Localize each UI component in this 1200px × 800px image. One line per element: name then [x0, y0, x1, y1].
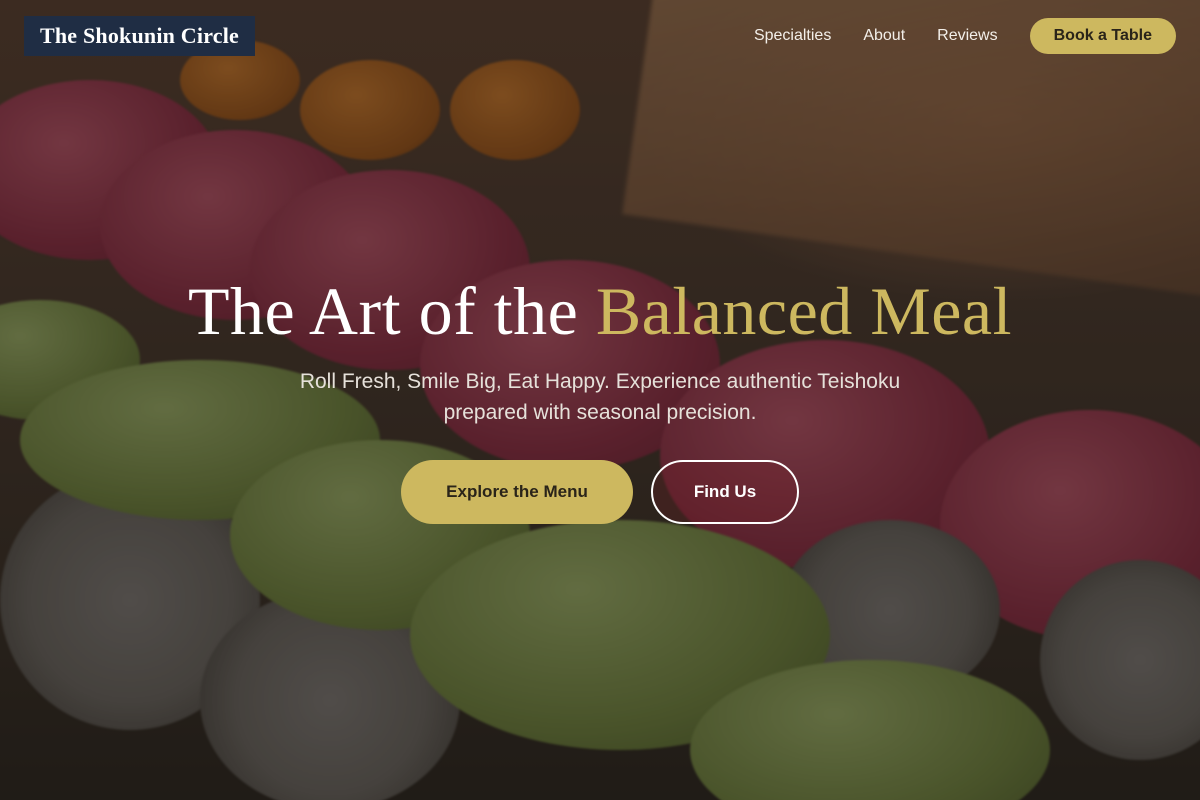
- hero-section: The Art of the Balanced Meal Roll Fresh,…: [0, 270, 1200, 524]
- brand-name: The Shokunin Circle: [40, 23, 240, 48]
- hero-subtitle: Roll Fresh, Smile Big, Eat Happy. Experi…: [299, 370, 901, 424]
- main-nav: Specialties About Reviews Book a Table: [754, 18, 1176, 54]
- find-us-button[interactable]: Find Us: [651, 460, 799, 524]
- book-table-button[interactable]: Book a Table: [1029, 18, 1176, 54]
- nav-link-reviews[interactable]: Reviews: [937, 27, 997, 45]
- explore-menu-button[interactable]: Explore the Menu: [401, 460, 633, 524]
- nav-link-specialties[interactable]: Specialties: [754, 27, 831, 45]
- nav-link-about[interactable]: About: [863, 27, 905, 45]
- brand-logo[interactable]: The Shokunin Circle: [24, 16, 256, 56]
- hero-title-prefix: The Art of the: [187, 273, 596, 349]
- hero-title: The Art of the Balanced Meal: [0, 270, 1200, 352]
- hero-actions: Explore the Menu Find Us: [0, 460, 1200, 524]
- hero-title-accent: Balanced Meal: [595, 273, 1013, 349]
